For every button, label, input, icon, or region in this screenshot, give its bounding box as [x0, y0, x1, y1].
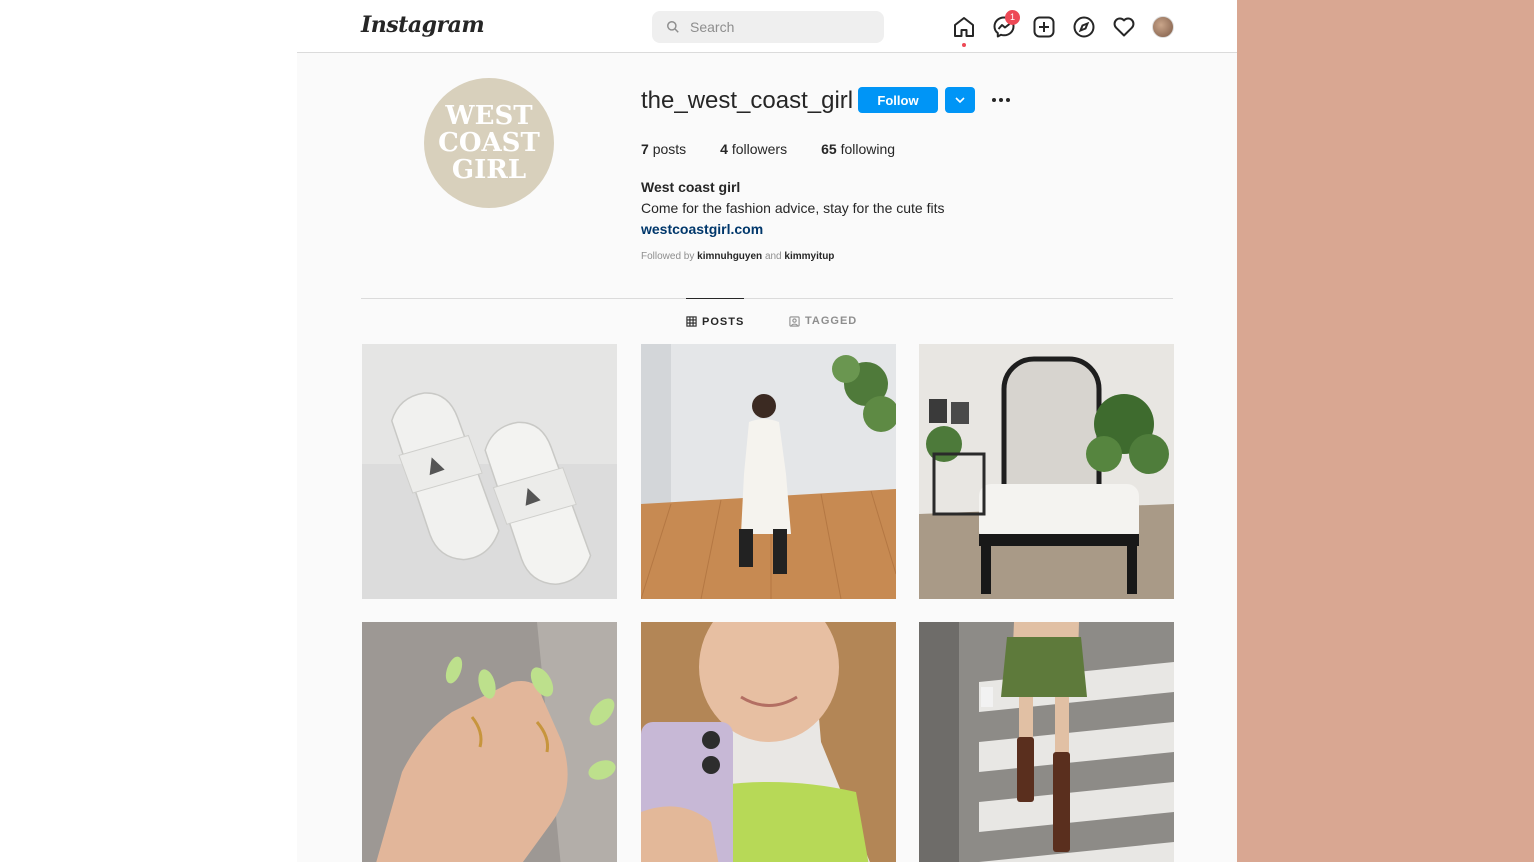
tabs-divider	[361, 298, 1173, 299]
tab-tagged[interactable]: TAGGED	[789, 298, 857, 344]
more-options-button[interactable]	[989, 90, 1013, 110]
followers-stat[interactable]: 4 followers	[720, 141, 787, 157]
post-image-mules	[362, 344, 617, 599]
post-thumbnail[interactable]	[919, 622, 1174, 862]
more-dots-icon	[992, 98, 1010, 102]
chevron-down-icon	[955, 97, 965, 104]
instagram-logo[interactable]: Instagram	[361, 12, 485, 38]
following-count: 65	[821, 141, 837, 157]
tab-posts[interactable]: POSTS	[686, 298, 745, 344]
nav-icons: 1	[952, 10, 1176, 47]
new-post-button[interactable]	[1032, 15, 1056, 39]
profile-full-name: West coast girl	[641, 179, 741, 195]
search-input[interactable]	[690, 19, 860, 35]
followed-by-and: and	[764, 251, 782, 262]
notification-badge: 1	[1005, 10, 1020, 25]
follower-username-link[interactable]: kimmyitup	[784, 251, 834, 262]
followed-by-prefix: Followed by	[641, 251, 695, 262]
profile-button[interactable]	[1152, 15, 1176, 39]
posts-stat: 7 posts	[641, 141, 686, 157]
posts-label: posts	[652, 141, 687, 157]
grid-icon	[686, 316, 697, 327]
avatar-text-line: COAST	[438, 127, 540, 158]
new-post-icon	[1033, 16, 1055, 38]
post-image-living-room	[919, 344, 1174, 599]
active-indicator	[962, 43, 966, 47]
followers-count: 4	[720, 141, 728, 157]
post-thumbnail[interactable]	[362, 622, 617, 862]
post-thumbnail[interactable]	[919, 344, 1174, 599]
post-image-green-skirt	[919, 622, 1174, 862]
top-navigation: Instagram 1	[297, 0, 1237, 53]
post-thumbnail[interactable]	[641, 344, 896, 599]
search-box[interactable]	[652, 11, 884, 43]
follower-username-link[interactable]: kimnuhguyen	[697, 251, 762, 262]
follow-button[interactable]: Follow	[858, 87, 938, 113]
avatar-text-line: WEST	[445, 100, 533, 131]
home-icon	[954, 17, 974, 37]
tagged-user-icon	[789, 315, 800, 327]
post-thumbnail[interactable]	[641, 622, 896, 862]
profile-bio: Come for the fashion advice, stay for th…	[641, 200, 945, 216]
instagram-app: Instagram 1	[297, 0, 1237, 862]
post-image-seated-woman	[641, 344, 896, 599]
home-button[interactable]	[952, 15, 976, 47]
followers-label: followers	[731, 141, 788, 157]
profile-website-link[interactable]: westcoastgirl.com	[641, 221, 763, 237]
post-image-green-nails	[362, 622, 617, 862]
post-image-mirror-selfie	[641, 622, 896, 862]
explore-icon	[1073, 16, 1095, 38]
tab-posts-label: POSTS	[702, 315, 745, 328]
followed-by-text: Followed by kimnuhguyen and kimmyitup	[641, 251, 834, 262]
activity-heart-icon	[1113, 17, 1135, 37]
search-icon	[667, 21, 679, 33]
profile-username: the_west_coast_girl	[641, 87, 854, 114]
right-side-panel	[1237, 0, 1534, 862]
following-label: following	[840, 141, 896, 157]
messenger-button[interactable]: 1	[992, 10, 1020, 39]
tab-tagged-label: TAGGED	[805, 315, 858, 327]
profile-stats: 7 posts 4 followers 65 following	[641, 141, 895, 157]
explore-button[interactable]	[1072, 15, 1096, 39]
profile-picture[interactable]: WEST COAST GIRL	[424, 78, 554, 208]
suggestions-dropdown-button[interactable]	[945, 87, 975, 113]
activity-button[interactable]	[1112, 15, 1136, 39]
left-margin	[0, 0, 297, 862]
posts-count: 7	[641, 141, 649, 157]
profile-avatar	[1152, 16, 1174, 38]
avatar-text-line: GIRL	[451, 154, 527, 185]
post-thumbnail[interactable]	[362, 344, 617, 599]
following-stat[interactable]: 65 following	[821, 141, 895, 157]
